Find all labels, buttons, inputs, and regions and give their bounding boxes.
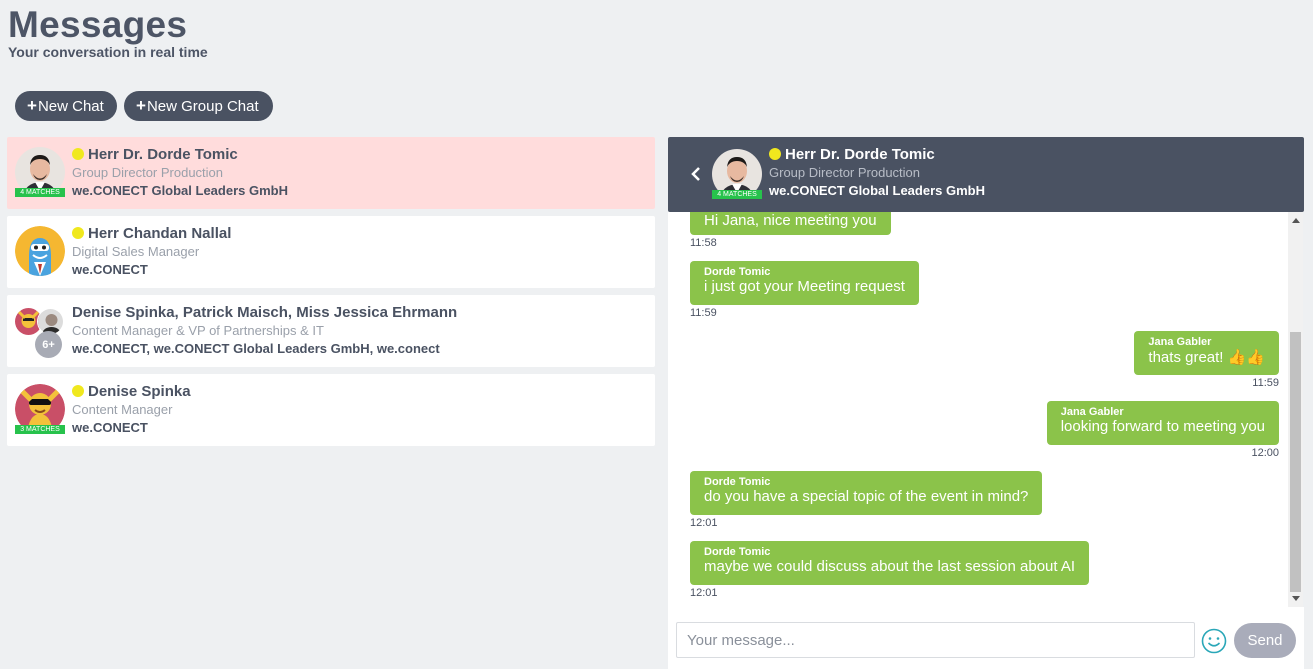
message-time: 11:58 — [690, 237, 717, 249]
chat-item-company: we.CONECT Global Leaders GmbH — [72, 183, 288, 198]
online-status-dot — [72, 227, 84, 239]
online-status-dot — [72, 148, 84, 160]
message-time: 11:59 — [690, 307, 717, 319]
group-avatars: 6+ — [15, 308, 69, 358]
matches-badge: 4 MATCHES — [712, 190, 762, 199]
new-group-chat-button[interactable]: + New Group Chat — [124, 91, 273, 121]
plus-icon: + — [136, 96, 146, 115]
new-chat-button[interactable]: + New Chat — [15, 91, 117, 121]
matches-badge: 4 MATCHES — [15, 188, 65, 197]
chat-item-role: Digital Sales Manager — [72, 244, 200, 259]
chat-item-company: we.CONECT — [72, 420, 148, 435]
message-text: Hi Jana, nice meeting you — [704, 212, 877, 229]
message-time: 12:01 — [690, 517, 718, 529]
matches-badge: 3 MATCHES — [15, 425, 65, 434]
message-text: do you have a special topic of the event… — [704, 488, 1029, 505]
chevron-left-icon[interactable] — [688, 163, 704, 185]
message-sender: Jana Gabler — [1148, 336, 1212, 348]
chat-item-company: we.CONECT, we.CONECT Global Leaders GmbH… — [72, 341, 440, 356]
chat-item-name: Denise Spinka, Patrick Maisch, Miss Jess… — [72, 304, 458, 321]
message-text: maybe we could discuss about the last se… — [704, 558, 1076, 575]
avatar — [15, 226, 65, 276]
plus-icon: + — [27, 96, 37, 115]
thumbs-up-icon: 👍👍 — [1227, 349, 1265, 366]
scroll-down-arrow-icon[interactable] — [1292, 596, 1300, 601]
message-text: i just got your Meeting request — [704, 278, 905, 295]
group-extra-count: 6+ — [35, 331, 62, 358]
chat-item-name-text: Denise Spinka — [88, 383, 191, 400]
message-text-content: thats great! — [1148, 349, 1224, 366]
chat-item-company: we.CONECT — [72, 262, 148, 277]
message-sender: Jana Gabler — [1060, 406, 1124, 418]
message-scrollbar[interactable] — [1288, 212, 1303, 607]
message-bubble: Dorde Tomic i just got your Meeting requ… — [690, 261, 919, 305]
new-group-chat-label: New Group Chat — [146, 97, 259, 115]
chat-list: 4 MATCHES Herr Dr. Dorde Tomic Group Dir… — [7, 137, 655, 453]
message-time: 12:01 — [690, 587, 718, 599]
message-input[interactable] — [676, 622, 1195, 658]
message-composer: Send — [668, 607, 1304, 669]
message-bubble: Hi Jana, nice meeting you — [690, 212, 891, 235]
message-time: 11:59 — [1252, 377, 1279, 389]
conversation-role: Group Director Production — [769, 165, 921, 180]
message-sender: Dorde Tomic — [704, 476, 771, 488]
message-thread: Hi Jana, nice meeting you 11:58 Dorde To… — [668, 212, 1288, 607]
chat-item-role: Content Manager — [72, 402, 173, 417]
chat-item-name-text: Herr Dr. Dorde Tomic — [88, 146, 238, 163]
message-bubble: Dorde Tomic do you have a special topic … — [690, 471, 1043, 515]
scrollbar-thumb[interactable] — [1290, 332, 1301, 592]
chat-list-item[interactable]: 4 MATCHES Herr Dr. Dorde Tomic Group Dir… — [7, 137, 655, 209]
new-chat-label: New Chat — [37, 97, 104, 115]
message-bubble: Dorde Tomic maybe we could discuss about… — [690, 541, 1090, 585]
chat-item-role: Content Manager & VP of Partnerships & I… — [72, 323, 324, 338]
message-text: thats great! 👍👍 — [1148, 348, 1265, 366]
page-subtitle: Your conversation in real time — [8, 44, 208, 60]
chat-item-role: Group Director Production — [72, 165, 224, 180]
chat-item-name-text: Herr Chandan Nallal — [88, 225, 232, 242]
chat-list-item-group[interactable]: 6+ Denise Spinka, Patrick Maisch, Miss J… — [7, 295, 655, 367]
online-status-dot — [72, 385, 84, 397]
emoji-icon[interactable] — [1201, 628, 1227, 654]
send-button[interactable]: Send — [1234, 623, 1296, 658]
message-bubble: Jana Gabler thats great! 👍👍 — [1134, 331, 1279, 375]
message-sender: Dorde Tomic — [704, 266, 771, 278]
chat-list-item[interactable]: 3 MATCHES Denise Spinka Content Manager … — [7, 374, 655, 446]
conversation-name: Herr Dr. Dorde Tomic — [769, 146, 935, 163]
message-time: 12:00 — [1251, 447, 1279, 459]
chat-list-item[interactable]: Herr Chandan Nallal Digital Sales Manage… — [7, 216, 655, 288]
chat-item-name: Denise Spinka — [72, 383, 191, 400]
message-sender: Dorde Tomic — [704, 546, 771, 558]
conversation-header: 4 MATCHES Herr Dr. Dorde Tomic Group Dir… — [668, 137, 1304, 212]
online-status-dot — [769, 148, 781, 160]
page-title: Messages — [8, 4, 188, 45]
chat-item-name: Herr Chandan Nallal — [72, 225, 231, 242]
chat-item-name: Herr Dr. Dorde Tomic — [72, 146, 238, 163]
conversation-company: we.CONECT Global Leaders GmbH — [769, 183, 985, 198]
scroll-up-arrow-icon[interactable] — [1292, 218, 1300, 223]
conversation-name-text: Herr Dr. Dorde Tomic — [785, 146, 935, 163]
message-text: looking forward to meeting you — [1060, 418, 1265, 435]
message-bubble: Jana Gabler looking forward to meeting y… — [1046, 401, 1279, 445]
